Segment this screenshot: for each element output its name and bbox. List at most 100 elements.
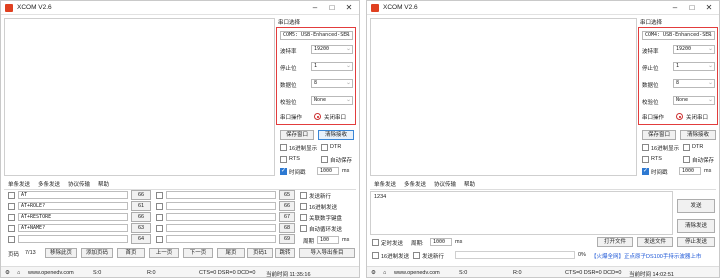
- cmd-checkbox[interactable]: [156, 225, 163, 232]
- page-select[interactable]: 页码1: [247, 248, 273, 258]
- data-select[interactable]: 8 ⌵: [311, 79, 353, 88]
- jump-button[interactable]: 跳转: [275, 248, 295, 258]
- tab-protocol[interactable]: 协议传输: [68, 180, 90, 188]
- auto-save-checkbox[interactable]: [321, 156, 328, 163]
- period-input[interactable]: 100: [317, 236, 339, 244]
- website-link[interactable]: www.openedv.com: [394, 270, 440, 276]
- minimize-icon[interactable]: –: [669, 3, 681, 13]
- auto-save-checkbox[interactable]: [683, 156, 690, 163]
- cmd-input[interactable]: [166, 202, 276, 210]
- cmd-checkbox[interactable]: [8, 214, 15, 221]
- home-icon[interactable]: ⌂: [383, 270, 386, 276]
- hex-show-checkbox[interactable]: [642, 144, 649, 151]
- timed-send-checkbox[interactable]: [372, 239, 379, 246]
- cmd-send-button[interactable]: 66: [131, 190, 151, 200]
- cmd-checkbox[interactable]: [156, 192, 163, 199]
- prev-page-button[interactable]: 上一页: [149, 248, 179, 258]
- send-text-area[interactable]: 1234: [370, 191, 673, 235]
- cmd-send-button[interactable]: 67: [279, 212, 295, 222]
- port-select[interactable]: COM5: USB-Enhanced-SER ⌵: [280, 31, 353, 40]
- open-file-button[interactable]: 打开文件: [597, 237, 633, 247]
- last-page-button[interactable]: 尾页: [217, 248, 245, 258]
- timestamp-input[interactable]: 1000: [317, 167, 339, 175]
- hex-send-checkbox[interactable]: [372, 252, 379, 259]
- cmd-checkbox[interactable]: [8, 225, 15, 232]
- dtr-checkbox[interactable]: [321, 144, 328, 151]
- stop-select[interactable]: 1 ⌵: [311, 62, 353, 71]
- tab-multi-send[interactable]: 多条发送: [38, 180, 60, 188]
- port-select[interactable]: COM4: USB-Enhanced-SER ⌵: [642, 31, 715, 40]
- minimize-icon[interactable]: –: [309, 3, 321, 13]
- cmd-checkbox[interactable]: [156, 203, 163, 210]
- cmd-input[interactable]: [18, 235, 128, 243]
- cmd-input[interactable]: [166, 224, 276, 232]
- rts-checkbox[interactable]: [642, 156, 649, 163]
- hex-show-checkbox[interactable]: [280, 144, 287, 151]
- cmd-send-button[interactable]: 63: [131, 223, 151, 233]
- clear-receive-button[interactable]: 清除接收: [318, 130, 354, 140]
- cmd-input[interactable]: AT+NAME?: [18, 224, 128, 232]
- assoc-keyboard-checkbox[interactable]: [300, 214, 307, 221]
- cmd-checkbox[interactable]: [156, 236, 163, 243]
- cmd-send-button[interactable]: 68: [279, 223, 295, 233]
- cmd-send-button[interactable]: 65: [279, 190, 295, 200]
- cmd-send-button[interactable]: 69: [279, 234, 295, 244]
- receive-area[interactable]: [370, 18, 637, 176]
- clear-receive-button[interactable]: 清除接收: [680, 130, 716, 140]
- cmd-input[interactable]: AT: [18, 191, 128, 199]
- receive-area[interactable]: [4, 18, 275, 176]
- send-new-line-checkbox[interactable]: [413, 252, 420, 259]
- remove-page-button[interactable]: 移除此页: [45, 248, 77, 258]
- cmd-input[interactable]: [166, 213, 276, 221]
- save-window-button[interactable]: 保存窗口: [280, 130, 314, 140]
- stop-send-button[interactable]: 停止发送: [677, 237, 715, 247]
- data-select[interactable]: 8 ⌵: [673, 79, 715, 88]
- save-window-button[interactable]: 保存窗口: [642, 130, 676, 140]
- parity-select[interactable]: None ⌵: [673, 96, 715, 105]
- cmd-send-button[interactable]: 66: [279, 201, 295, 211]
- cmd-input[interactable]: AT+ROLE?: [18, 202, 128, 210]
- cmd-input[interactable]: [166, 191, 276, 199]
- clear-send-button[interactable]: 清除发送: [677, 219, 715, 233]
- cmd-checkbox[interactable]: [8, 203, 15, 210]
- hex-send-checkbox[interactable]: [300, 203, 307, 210]
- send-file-button[interactable]: 发送文件: [637, 237, 673, 247]
- import-export-button[interactable]: 导入导出条目: [299, 248, 355, 258]
- cmd-checkbox[interactable]: [8, 236, 15, 243]
- gear-icon[interactable]: ⚙: [371, 270, 376, 276]
- cmd-checkbox[interactable]: [8, 192, 15, 199]
- period-input[interactable]: 1000: [430, 238, 452, 246]
- tab-single-send[interactable]: 单条发送: [8, 180, 30, 188]
- tab-single-send[interactable]: 单条发送: [374, 180, 396, 188]
- home-icon[interactable]: ⌂: [17, 270, 20, 276]
- baud-select[interactable]: 19200 ⌵: [311, 45, 353, 54]
- promo-link[interactable]: 【火爆全网】正点原子DS100手持示波器上市: [591, 252, 701, 260]
- cmd-checkbox[interactable]: [156, 214, 163, 221]
- tab-help[interactable]: 帮助: [464, 180, 475, 188]
- tab-protocol[interactable]: 协议传输: [434, 180, 456, 188]
- website-link[interactable]: www.openedv.com: [28, 270, 74, 276]
- tab-multi-send[interactable]: 多条发送: [404, 180, 426, 188]
- stop-select[interactable]: 1 ⌵: [673, 62, 715, 71]
- auto-loop-checkbox[interactable]: [300, 225, 307, 232]
- cmd-send-button[interactable]: 64: [131, 234, 151, 244]
- close-port-button[interactable]: 关闭串口: [686, 113, 708, 121]
- maximize-icon[interactable]: □: [686, 3, 698, 13]
- first-page-button[interactable]: 首页: [117, 248, 145, 258]
- timestamp-checkbox[interactable]: [642, 167, 649, 175]
- send-new-line-checkbox[interactable]: [300, 192, 307, 199]
- cmd-input[interactable]: AT+RESTORE: [18, 213, 128, 221]
- cmd-send-button[interactable]: 66: [131, 212, 151, 222]
- parity-select[interactable]: None ⌵: [311, 96, 353, 105]
- rts-checkbox[interactable]: [280, 156, 287, 163]
- dtr-checkbox[interactable]: [683, 144, 690, 151]
- cmd-send-button[interactable]: 61: [131, 201, 151, 211]
- tab-help[interactable]: 帮助: [98, 180, 109, 188]
- send-button[interactable]: 发送: [677, 199, 715, 213]
- cmd-input[interactable]: [166, 235, 276, 243]
- close-port-button[interactable]: 关闭串口: [324, 113, 346, 121]
- maximize-icon[interactable]: □: [326, 3, 338, 13]
- next-page-button[interactable]: 下一页: [183, 248, 213, 258]
- timestamp-input[interactable]: 1000: [679, 167, 701, 175]
- close-icon[interactable]: ✕: [703, 3, 715, 13]
